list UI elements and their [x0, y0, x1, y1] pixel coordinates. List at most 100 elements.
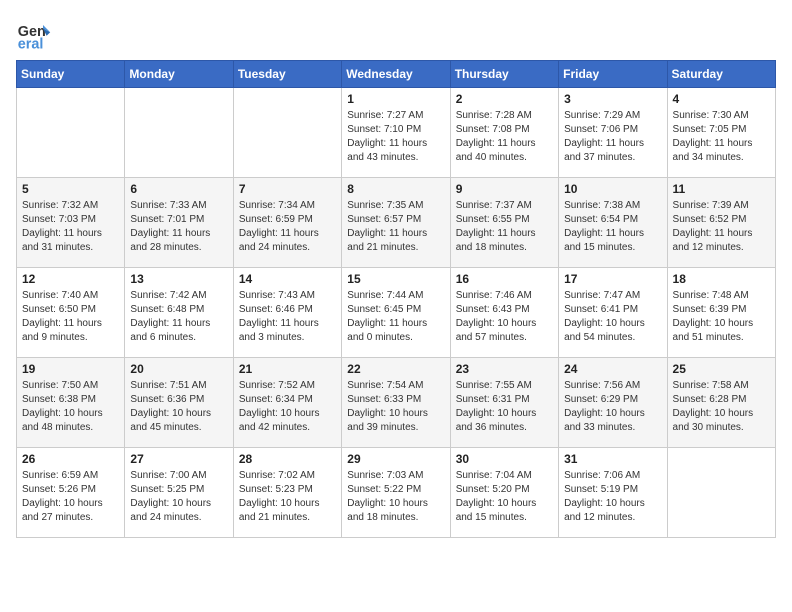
week-row-2: 5 Sunrise: 7:32 AM Sunset: 7:03 PM Daylig…	[17, 178, 776, 268]
day-number: 6	[130, 182, 227, 196]
day-number: 16	[456, 272, 553, 286]
day-info: Sunrise: 7:58 AM Sunset: 6:28 PM Dayligh…	[673, 379, 770, 435]
calendar-cell: 13 Sunrise: 7:42 AM Sunset: 6:48 PM Dayli…	[125, 268, 233, 358]
calendar-cell: 2Sunrise: 7:28 AM Sunset: 7:08 PM Daylig…	[450, 88, 558, 178]
calendar-cell: 24 Sunrise: 7:56 AM Sunset: 6:29 PM Dayli…	[559, 358, 667, 448]
calendar-cell: 30 Sunrise: 7:04 AM Sunset: 5:20 PM Dayli…	[450, 448, 558, 538]
day-number: 10	[564, 182, 661, 196]
calendar-cell: 21Sunrise: 7:52 AM Sunset: 6:34 PM Dayli…	[233, 358, 341, 448]
day-info: Sunrise: 7:46 AM Sunset: 6:43 PM Dayligh…	[456, 289, 553, 345]
day-info: Sunrise: 7:43 AM Sunset: 6:46 PM Dayligh…	[239, 289, 336, 345]
day-info: Sunrise: 7:54 AM Sunset: 6:33 PM Dayligh…	[347, 379, 444, 435]
calendar-cell: 5 Sunrise: 7:32 AM Sunset: 7:03 PM Daylig…	[17, 178, 125, 268]
calendar-header-row: SundayMondayTuesdayWednesdayThursdayFrid…	[17, 61, 776, 88]
calendar-cell: 22Sunrise: 7:54 AM Sunset: 6:33 PM Dayli…	[342, 358, 450, 448]
calendar-cell: 19Sunrise: 7:50 AM Sunset: 6:38 PM Dayli…	[17, 358, 125, 448]
day-number: 18	[673, 272, 770, 286]
day-number: 3	[564, 92, 661, 106]
calendar-cell: 11 Sunrise: 7:39 AM Sunset: 6:52 PM Dayli…	[667, 178, 775, 268]
day-header-saturday: Saturday	[667, 61, 775, 88]
calendar-cell: 29 Sunrise: 7:03 AM Sunset: 5:22 PM Dayli…	[342, 448, 450, 538]
day-info: Sunrise: 7:38 AM Sunset: 6:54 PM Dayligh…	[564, 199, 661, 255]
calendar-cell: 7Sunrise: 7:34 AM Sunset: 6:59 PM Daylig…	[233, 178, 341, 268]
calendar-cell: 10 Sunrise: 7:38 AM Sunset: 6:54 PM Dayli…	[559, 178, 667, 268]
calendar-cell	[125, 88, 233, 178]
day-number: 25	[673, 362, 770, 376]
day-number: 21	[239, 362, 336, 376]
day-header-tuesday: Tuesday	[233, 61, 341, 88]
day-info: Sunrise: 7:55 AM Sunset: 6:31 PM Dayligh…	[456, 379, 553, 435]
day-number: 30	[456, 452, 553, 466]
day-header-monday: Monday	[125, 61, 233, 88]
day-info: Sunrise: 7:44 AM Sunset: 6:45 PM Dayligh…	[347, 289, 444, 345]
day-info: Sunrise: 7:30 AM Sunset: 7:05 PM Dayligh…	[673, 109, 770, 165]
day-number: 27	[130, 452, 227, 466]
calendar-cell: 12Sunrise: 7:40 AM Sunset: 6:50 PM Dayli…	[17, 268, 125, 358]
calendar-cell: 9 Sunrise: 7:37 AM Sunset: 6:55 PM Daylig…	[450, 178, 558, 268]
logo-icon: Gen eral	[16, 16, 52, 52]
day-number: 23	[456, 362, 553, 376]
week-row-1: 1 Sunrise: 7:27 AM Sunset: 7:10 PM Daylig…	[17, 88, 776, 178]
day-number: 24	[564, 362, 661, 376]
day-header-sunday: Sunday	[17, 61, 125, 88]
calendar-cell: 6Sunrise: 7:33 AM Sunset: 7:01 PM Daylig…	[125, 178, 233, 268]
day-info: Sunrise: 7:51 AM Sunset: 6:36 PM Dayligh…	[130, 379, 227, 435]
calendar-table: SundayMondayTuesdayWednesdayThursdayFrid…	[16, 60, 776, 538]
day-info: Sunrise: 7:06 AM Sunset: 5:19 PM Dayligh…	[564, 469, 661, 525]
calendar-cell: 25 Sunrise: 7:58 AM Sunset: 6:28 PM Dayli…	[667, 358, 775, 448]
day-number: 28	[239, 452, 336, 466]
day-number: 4	[673, 92, 770, 106]
calendar-cell: 4 Sunrise: 7:30 AM Sunset: 7:05 PM Daylig…	[667, 88, 775, 178]
day-info: Sunrise: 7:56 AM Sunset: 6:29 PM Dayligh…	[564, 379, 661, 435]
day-info: Sunrise: 7:00 AM Sunset: 5:25 PM Dayligh…	[130, 469, 227, 525]
day-info: Sunrise: 7:42 AM Sunset: 6:48 PM Dayligh…	[130, 289, 227, 345]
day-number: 14	[239, 272, 336, 286]
day-info: Sunrise: 7:28 AM Sunset: 7:08 PM Dayligh…	[456, 109, 553, 165]
day-info: Sunrise: 7:47 AM Sunset: 6:41 PM Dayligh…	[564, 289, 661, 345]
page-header: Gen eral	[16, 16, 776, 52]
day-info: Sunrise: 7:03 AM Sunset: 5:22 PM Dayligh…	[347, 469, 444, 525]
logo: Gen eral	[16, 16, 56, 52]
day-number: 7	[239, 182, 336, 196]
day-info: Sunrise: 7:35 AM Sunset: 6:57 PM Dayligh…	[347, 199, 444, 255]
week-row-4: 19Sunrise: 7:50 AM Sunset: 6:38 PM Dayli…	[17, 358, 776, 448]
day-info: Sunrise: 7:50 AM Sunset: 6:38 PM Dayligh…	[22, 379, 119, 435]
day-info: Sunrise: 7:32 AM Sunset: 7:03 PM Dayligh…	[22, 199, 119, 255]
day-info: Sunrise: 7:37 AM Sunset: 6:55 PM Dayligh…	[456, 199, 553, 255]
day-info: Sunrise: 7:29 AM Sunset: 7:06 PM Dayligh…	[564, 109, 661, 165]
calendar-cell: 20 Sunrise: 7:51 AM Sunset: 6:36 PM Dayli…	[125, 358, 233, 448]
calendar-cell: 26Sunrise: 6:59 AM Sunset: 5:26 PM Dayli…	[17, 448, 125, 538]
day-info: Sunrise: 7:40 AM Sunset: 6:50 PM Dayligh…	[22, 289, 119, 345]
calendar-cell: 8 Sunrise: 7:35 AM Sunset: 6:57 PM Daylig…	[342, 178, 450, 268]
day-number: 5	[22, 182, 119, 196]
day-number: 13	[130, 272, 227, 286]
day-info: Sunrise: 7:48 AM Sunset: 6:39 PM Dayligh…	[673, 289, 770, 345]
day-number: 31	[564, 452, 661, 466]
calendar-cell	[17, 88, 125, 178]
day-number: 9	[456, 182, 553, 196]
day-info: Sunrise: 6:59 AM Sunset: 5:26 PM Dayligh…	[22, 469, 119, 525]
day-number: 29	[347, 452, 444, 466]
calendar-cell: 31 Sunrise: 7:06 AM Sunset: 5:19 PM Dayli…	[559, 448, 667, 538]
day-info: Sunrise: 7:04 AM Sunset: 5:20 PM Dayligh…	[456, 469, 553, 525]
calendar-cell: 27 Sunrise: 7:00 AM Sunset: 5:25 PM Dayli…	[125, 448, 233, 538]
day-number: 15	[347, 272, 444, 286]
calendar-cell: 18 Sunrise: 7:48 AM Sunset: 6:39 PM Dayli…	[667, 268, 775, 358]
day-info: Sunrise: 7:39 AM Sunset: 6:52 PM Dayligh…	[673, 199, 770, 255]
day-number: 20	[130, 362, 227, 376]
day-header-wednesday: Wednesday	[342, 61, 450, 88]
calendar-cell: 15 Sunrise: 7:44 AM Sunset: 6:45 PM Dayli…	[342, 268, 450, 358]
calendar-cell: 23 Sunrise: 7:55 AM Sunset: 6:31 PM Dayli…	[450, 358, 558, 448]
day-info: Sunrise: 7:02 AM Sunset: 5:23 PM Dayligh…	[239, 469, 336, 525]
week-row-5: 26Sunrise: 6:59 AM Sunset: 5:26 PM Dayli…	[17, 448, 776, 538]
day-number: 1	[347, 92, 444, 106]
day-info: Sunrise: 7:27 AM Sunset: 7:10 PM Dayligh…	[347, 109, 444, 165]
day-number: 17	[564, 272, 661, 286]
day-header-thursday: Thursday	[450, 61, 558, 88]
calendar-cell	[667, 448, 775, 538]
calendar-cell: 3 Sunrise: 7:29 AM Sunset: 7:06 PM Daylig…	[559, 88, 667, 178]
day-number: 11	[673, 182, 770, 196]
calendar-cell: 16 Sunrise: 7:46 AM Sunset: 6:43 PM Dayli…	[450, 268, 558, 358]
day-number: 8	[347, 182, 444, 196]
calendar-cell: 17 Sunrise: 7:47 AM Sunset: 6:41 PM Dayli…	[559, 268, 667, 358]
